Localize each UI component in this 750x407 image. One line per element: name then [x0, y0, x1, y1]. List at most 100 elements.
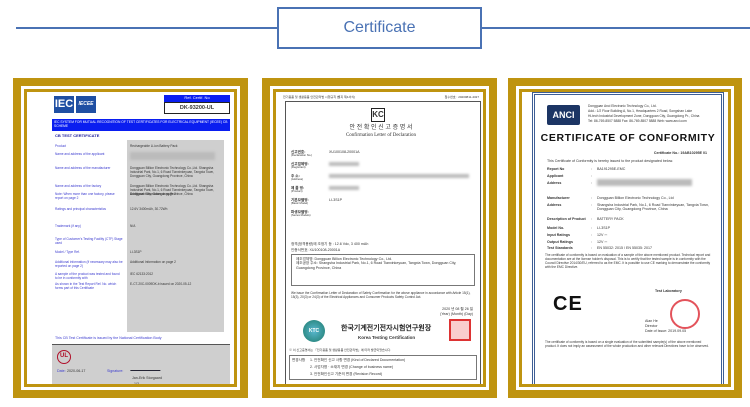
company-address: Add.: 1/2 Floor Building A, No.1, Headqu… [588, 109, 693, 113]
iec-logo: IEC [54, 96, 74, 113]
change-row: 3. 안전확인신고 기준의 변경 (Revision Record) [310, 372, 383, 376]
field-colon: : [591, 233, 592, 237]
cert-date: 2020-06-17 [67, 369, 86, 373]
field-colon: : [591, 167, 592, 171]
signer-name: Jan-Erik Storgaard [132, 376, 162, 380]
row-value: Dongguan Billion Electronic Technology C… [130, 166, 215, 178]
iecee-logo: IECEE [76, 96, 96, 113]
row-label: Model / Type Ref. [55, 250, 80, 254]
footer-text: The certificate of conformity is based o… [545, 340, 709, 348]
rating: 정격(정격용량)에 조정기 등 : 12.6 Vdc, 3 400 mAh [291, 242, 369, 246]
date-label: Date: [57, 369, 66, 373]
redacted-block [329, 162, 359, 166]
row-label: Name and address of the manufacturer [55, 166, 111, 170]
redacted-block [130, 152, 215, 160]
ce-mark: CE [553, 293, 583, 315]
field-sub: (Declaration No.) [291, 153, 313, 157]
test-lab-label: Test Laboratory [655, 289, 682, 293]
official-seal [449, 319, 471, 341]
signer-title: Director [645, 324, 658, 328]
field-label: Model No. [547, 226, 565, 230]
issue-date-en: (Year) (Month) (Day) [440, 312, 473, 316]
field-label: Test Standards [547, 246, 573, 250]
change-row: 2. 사업자명 · 소재지 변경 (Change of business nam… [310, 365, 394, 369]
field-label: Output Ratings [547, 240, 573, 244]
receipt-number: 접수번호 : 20200811-4327 [444, 95, 479, 99]
field-label: Report No [547, 167, 565, 171]
kc-declaration: 전기용품 및 생활용품 안전관리법 시행규칙 [별지 제4서식] 접수번호 : … [281, 95, 481, 384]
anci-logo: ANCI [547, 105, 580, 125]
row-label: As shown in the Test Report Ref. No. whi… [55, 282, 117, 290]
field-value: BA191295E-EMC [597, 167, 626, 171]
scheme-band: IEC SYSTEM FOR MUTUAL RECOGNITION OF TES… [52, 119, 230, 131]
statement: We issue the Confirmation Letter of Decl… [291, 291, 471, 299]
ref-number: DK-93200-UL [164, 102, 230, 114]
row-label: Note: When more than one factory, please… [55, 192, 115, 200]
field-label: Description of Product [547, 217, 586, 221]
cb-footer: UL Date: 2020-06-17 Signature: Jan-Erik … [52, 344, 230, 384]
row-value: IEC 62133:2012 [130, 272, 154, 276]
field-colon: : [591, 217, 592, 221]
title-korean: 안 전 확 인 신 고 증 명 서 [349, 125, 413, 131]
certificate-frame-kc[interactable]: 전기용품 및 생활용품 안전관리법 시행규칙 [별지 제4서식] 접수번호 : … [262, 78, 497, 398]
field-sub: (Registrant) [291, 165, 306, 169]
row-value: N/A [130, 224, 136, 228]
field-value: EN 55032: 2015 / EN 55035: 2017 [597, 246, 652, 250]
field-sub: (Product) [291, 189, 303, 193]
field-value: 12V ⎓ [597, 233, 608, 237]
field-label: Address [547, 181, 562, 185]
field-colon: : [591, 246, 592, 250]
field-colon: : [591, 226, 592, 230]
field-colon: : [591, 240, 592, 244]
cb-test-certificate: IEC IECEE Ref. Certif. No DK-93200-UL IE… [52, 92, 230, 386]
certificate-frame-cb[interactable]: IEC IECEE Ref. Certif. No DK-93200-UL IE… [13, 78, 248, 398]
certificate-number: Certificate No.: 19AB10295E 01 [653, 151, 707, 155]
header-line-left [16, 27, 277, 29]
issued-by-text: This CB Test Certificate is issued by th… [55, 336, 162, 340]
cb-heading: CB TEST CERTIFICATE [55, 133, 100, 138]
row-label: Type of Customer's Testing Facility (CTF… [55, 237, 123, 245]
row-label: Additional information (if necessary may… [55, 260, 123, 268]
field-label: Manufacturer [547, 196, 570, 200]
change-table-label: 변경사항 [292, 358, 306, 362]
row-label: Name and address of the factory [55, 184, 102, 188]
field-colon: : [591, 174, 592, 178]
factory-label: 제조공장 주소: [296, 261, 318, 266]
redacted-block [597, 179, 692, 186]
change-row: 1. 안전확인 신고 사항 변경 (Kind of Declared Docum… [310, 358, 406, 362]
row-value: Additional Information on page 2 [130, 260, 176, 264]
cert-no: 인증서번호: XU100108-20001A [291, 248, 341, 252]
certificate-frame-ce[interactable]: ANCI Dongguan Anci Electronic Technology… [508, 78, 742, 398]
field-value: BATTERY PACK [597, 217, 624, 221]
row-label: Product [55, 144, 66, 148]
certificate-title: CERTIFICATE OF CONFORMITY [540, 132, 716, 144]
signature [130, 361, 164, 371]
field-value: 12V ⎓ [597, 240, 608, 244]
issue-date: 2020 년 08 월 26 일 [442, 307, 473, 311]
field-label: Input Ratings [547, 233, 570, 237]
org-english: Korea Testing Certification [358, 335, 416, 340]
row-label: Trademark (if any) [55, 224, 81, 228]
field-sub: (Series Models) [291, 213, 311, 217]
section-title-text: Certificate [343, 19, 416, 36]
company-contact: Tel: 86-769-8507 5888 Fax: 86-769-8507 5… [588, 119, 687, 123]
row-label: A sample of the product was tested and f… [55, 272, 120, 280]
intro-text: This Certificate of Conformity is hereby… [547, 159, 674, 163]
field-sub: (Basic Model) [291, 201, 309, 205]
redacted-block [329, 174, 469, 178]
title-english: Confirmation Letter of Declaration [345, 133, 417, 138]
field-value: LI-3S1P [597, 226, 610, 230]
ce-certificate: ANCI Dongguan Anci Electronic Technology… [532, 92, 724, 384]
signature-label: Signature: [107, 369, 124, 373]
field-colon: : [591, 181, 592, 185]
header-line-right [482, 27, 750, 29]
issue-date: Date of Issue: 2019.09.05 [645, 329, 687, 333]
company-address: Hi-tech Industrial Development Zone, Don… [588, 114, 700, 118]
ktc-logo: KTC [303, 320, 325, 342]
field-colon: : [591, 196, 592, 200]
row-value: E-CT-20C-0009DK-b issued on 2020-05-12 [130, 282, 192, 286]
lab-stamp [670, 299, 700, 329]
page-number: 1/3 [134, 382, 139, 386]
row-value: LI-3S1P [130, 250, 142, 254]
section-title: Certificate [277, 7, 482, 49]
